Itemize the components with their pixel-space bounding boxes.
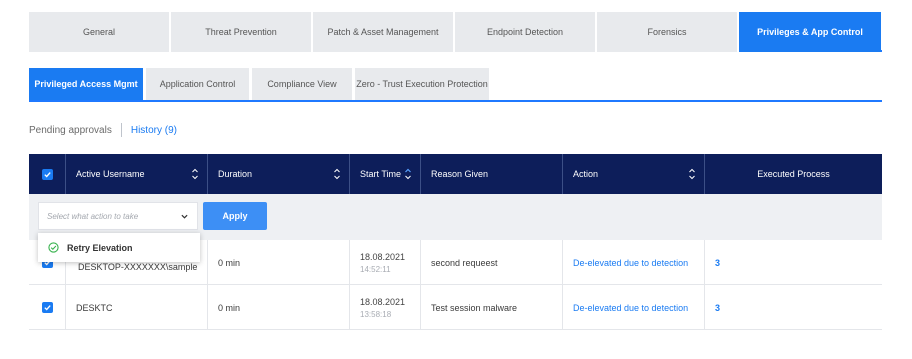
sort-icon[interactable] — [191, 167, 199, 181]
tab-threat-prevention[interactable]: Threat Prevention — [171, 12, 313, 52]
column-header-duration[interactable]: Duration — [208, 154, 350, 194]
subtab-privileged-access-mgmt[interactable]: Privileged Access Mgmt — [29, 68, 143, 100]
row-checkbox-cell — [29, 285, 66, 330]
sub-tab-bar: Privileged Access Mgmt Application Contr… — [29, 68, 882, 102]
sort-ascending-icon[interactable] — [404, 167, 412, 181]
option-label: Retry Elevation — [67, 242, 133, 253]
column-header-executed-process: Executed Process — [705, 154, 882, 194]
check-circle-icon — [48, 242, 59, 253]
action-select[interactable]: Select what action to take — [38, 202, 198, 230]
sort-icon[interactable] — [688, 167, 696, 181]
cell-duration: 0 min — [208, 240, 350, 285]
main-tab-bar: General Threat Prevention Patch & Asset … — [29, 12, 882, 52]
cell-username: DESKTC — [66, 285, 208, 330]
cell-start-time: 18.08.2021 13:58:18 — [350, 285, 421, 330]
column-label: Reason Given — [431, 169, 489, 179]
cell-executed-process-link[interactable]: 3 — [705, 240, 882, 285]
cell-start-time: 18.08.2021 14:52:11 — [350, 240, 421, 285]
column-header-reason-given: Reason Given — [421, 154, 563, 194]
tab-privileges-app-control[interactable]: Privileges & App Control — [739, 12, 881, 52]
column-header-active-username[interactable]: Active Username — [66, 154, 208, 194]
table-row[interactable]: DESKTC 0 min 18.08.2021 13:58:18 Test ses… — [29, 285, 882, 330]
cell-action-link[interactable]: De-elevated due to detection — [563, 240, 705, 285]
apply-button[interactable]: Apply — [203, 202, 267, 230]
select-all-checkbox[interactable] — [41, 168, 53, 180]
cell-reason: Test session malware — [421, 285, 563, 330]
pending-approvals-link[interactable]: Pending approvals — [29, 125, 112, 136]
row-1-username-partial: DESKTOP-XXXXXXX\sample — [78, 262, 198, 272]
history-link[interactable]: History (9) — [131, 125, 177, 136]
column-label: Active Username — [76, 169, 145, 179]
check-icon — [43, 305, 51, 311]
subtab-compliance-view[interactable]: Compliance View — [252, 68, 352, 100]
column-label: Duration — [218, 169, 253, 179]
table-header: Active Username Duration Start Time Reas… — [29, 154, 882, 194]
start-date: 18.08.2021 — [360, 296, 406, 307]
cell-executed-process-link[interactable]: 3 — [705, 285, 882, 330]
header-select-all — [29, 154, 66, 194]
tab-forensics[interactable]: Forensics — [597, 12, 739, 52]
cell-reason: second requeest — [421, 240, 563, 285]
tab-general[interactable]: General — [29, 12, 171, 52]
sort-icon[interactable] — [333, 167, 341, 181]
column-header-start-time[interactable]: Start Time — [350, 154, 421, 194]
tab-patch-asset-management[interactable]: Patch & Asset Management — [313, 12, 455, 52]
approval-filter: Pending approvals History (9) — [29, 123, 177, 137]
column-header-action[interactable]: Action — [563, 154, 705, 194]
column-label: Start Time — [360, 169, 402, 179]
action-option-retry-elevation[interactable]: Retry Elevation — [38, 233, 200, 262]
check-icon — [43, 171, 51, 177]
tab-endpoint-detection[interactable]: Endpoint Detection — [455, 12, 597, 52]
column-label: Action — [573, 169, 599, 179]
cell-action-link[interactable]: De-elevated due to detection — [563, 285, 705, 330]
action-select-placeholder: Select what action to take — [47, 211, 139, 221]
column-label: Executed Process — [757, 169, 830, 179]
chevron-down-icon — [181, 214, 188, 219]
start-time: 14:52:11 — [360, 264, 391, 274]
filter-divider — [120, 123, 122, 137]
cell-duration: 0 min — [208, 285, 350, 330]
subtab-application-control[interactable]: Application Control — [146, 68, 249, 100]
subtab-zero-trust-execution-protection[interactable]: Zero - Trust Execution Protection — [355, 68, 489, 100]
start-date: 18.08.2021 — [360, 251, 406, 262]
row-checkbox[interactable] — [41, 302, 53, 313]
start-time: 13:58:18 — [360, 309, 392, 319]
